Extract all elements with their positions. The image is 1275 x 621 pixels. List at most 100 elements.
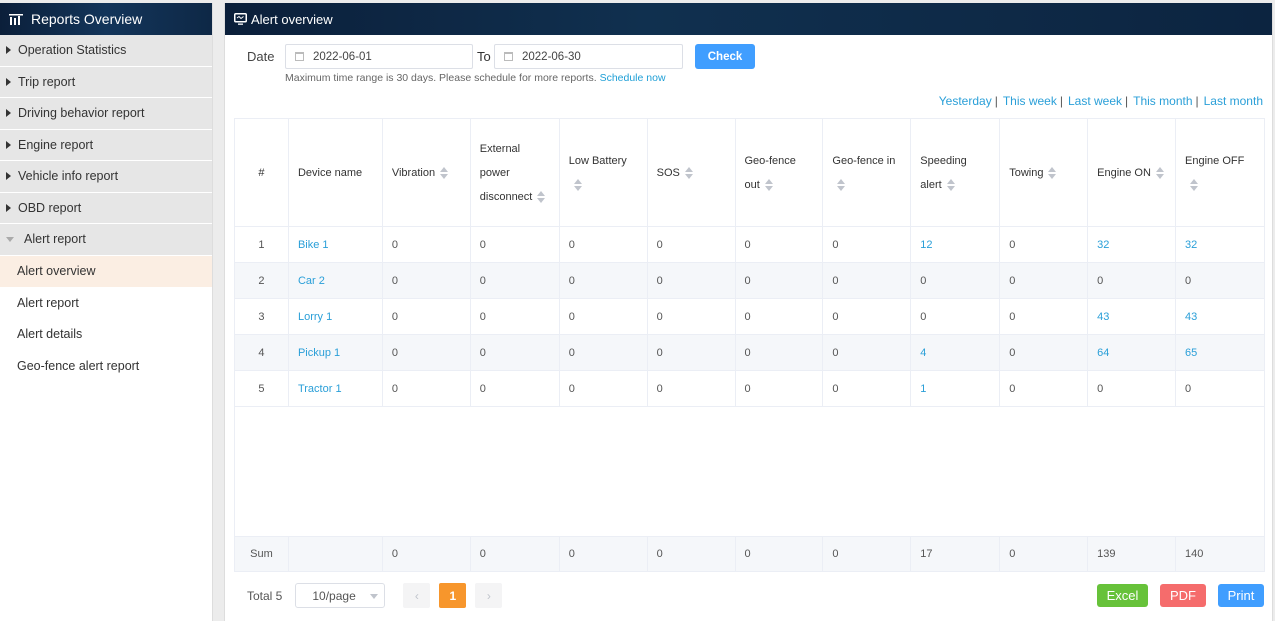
sum-value: 0 bbox=[381, 536, 471, 572]
cell-value[interactable]: 32 bbox=[1175, 226, 1265, 263]
sort-icon[interactable] bbox=[1190, 178, 1199, 191]
column-header-label: # bbox=[258, 166, 265, 179]
cell-value[interactable]: 1 bbox=[910, 370, 1001, 407]
cell-value[interactable]: 12 bbox=[910, 226, 1001, 263]
sidebar-item-alert-report[interactable]: Alert report bbox=[0, 224, 212, 256]
quick-range-last-month[interactable]: Last month bbox=[1204, 94, 1263, 108]
page-1-button[interactable]: 1 bbox=[439, 583, 467, 608]
device-name-link[interactable]: Bike 1 bbox=[287, 226, 383, 263]
cell-value: 0 bbox=[558, 334, 648, 371]
column-header[interactable]: Engine ON bbox=[1087, 118, 1177, 227]
caret-down-icon bbox=[6, 236, 14, 242]
column-header[interactable]: Towing bbox=[999, 118, 1089, 227]
prev-page-button[interactable]: ‹ bbox=[403, 583, 431, 608]
sort-icon[interactable] bbox=[537, 190, 546, 203]
column-header[interactable]: Vibration bbox=[381, 118, 471, 227]
cell-value: 0 bbox=[734, 370, 824, 407]
quick-range-this-month[interactable]: This month bbox=[1133, 94, 1192, 108]
sum-value: 0 bbox=[734, 536, 824, 572]
date-label: Date bbox=[247, 49, 275, 64]
column-header[interactable]: Low Battery bbox=[558, 118, 648, 227]
excel-button[interactable]: Excel bbox=[1097, 584, 1148, 607]
device-name-link[interactable]: Tractor 1 bbox=[287, 370, 383, 407]
column-header[interactable]: Geo-fence out bbox=[734, 118, 824, 227]
column-header[interactable]: SOS bbox=[646, 118, 736, 227]
sidebar-subitem-geo-fence-alert-report[interactable]: Geo-fence alert report bbox=[0, 350, 212, 382]
sidebar-item-label: Trip report bbox=[18, 74, 76, 89]
sidebar-subitem-alert-report[interactable]: Alert report bbox=[0, 287, 212, 319]
to-label: To bbox=[477, 49, 491, 64]
cell-value: 0 bbox=[999, 226, 1089, 263]
cell-value: 0 bbox=[910, 298, 1001, 335]
schedule-now-link[interactable]: Schedule now bbox=[600, 72, 666, 84]
column-header[interactable]: Geo-fence in bbox=[822, 118, 912, 227]
column-header-label: SOS bbox=[656, 166, 680, 179]
sidebar-subitem-alert-details[interactable]: Alert details bbox=[0, 319, 212, 351]
empty-cell bbox=[910, 406, 1000, 537]
column-header-label: Engine ON bbox=[1097, 166, 1151, 179]
empty-cell bbox=[559, 406, 648, 537]
quick-range-yesterday[interactable]: Yesterday bbox=[939, 94, 992, 108]
cell-value[interactable]: 32 bbox=[1087, 226, 1177, 263]
device-name-link[interactable]: Pickup 1 bbox=[287, 334, 383, 371]
next-page-button[interactable]: › bbox=[475, 583, 503, 608]
cell-value: 0 bbox=[646, 262, 736, 299]
start-date-input[interactable]: 2022-06-01 bbox=[285, 44, 473, 69]
column-header-label: Vibration bbox=[391, 166, 436, 179]
sidebar-item-vehicle-info-report[interactable]: Vehicle info report bbox=[0, 161, 212, 193]
sidebar-item-driving-behavior-report[interactable]: Driving behavior report bbox=[0, 98, 212, 130]
sort-icon[interactable] bbox=[1048, 166, 1057, 179]
cell-value[interactable]: 43 bbox=[1175, 298, 1265, 335]
empty-cell bbox=[382, 406, 471, 537]
row-index: 2 bbox=[234, 262, 289, 299]
page-size-select[interactable]: 10/page bbox=[295, 583, 386, 608]
cell-value: 0 bbox=[1175, 370, 1265, 407]
sort-icon[interactable] bbox=[837, 178, 846, 191]
sum-value: 0 bbox=[558, 536, 648, 572]
sidebar-item-engine-report[interactable]: Engine report bbox=[0, 129, 212, 161]
sidebar-item-obd-report[interactable]: OBD report bbox=[0, 192, 212, 224]
check-button[interactable]: Check bbox=[695, 44, 755, 69]
quick-range-last-week[interactable]: Last week bbox=[1068, 94, 1122, 108]
column-header[interactable]: External power disconnect bbox=[469, 118, 560, 227]
sidebar-subitem-alert-overview[interactable]: Alert overview bbox=[0, 255, 212, 287]
device-name-link[interactable]: Lorry 1 bbox=[287, 298, 383, 335]
column-header: Device name bbox=[287, 118, 383, 227]
sort-icon[interactable] bbox=[946, 178, 955, 191]
caret-right-icon bbox=[6, 46, 11, 55]
print-button[interactable]: Print bbox=[1218, 584, 1264, 607]
panel-title: Alert overview bbox=[251, 11, 333, 27]
separator: | bbox=[1125, 94, 1129, 108]
alert-table: # Device name Vibration External power disc… bbox=[234, 118, 1265, 572]
sort-icon[interactable] bbox=[764, 178, 773, 191]
end-date-input[interactable]: 2022-06-30 bbox=[494, 44, 683, 69]
column-header-label: External power disconnect bbox=[479, 142, 533, 203]
monitor-icon bbox=[234, 13, 247, 25]
sort-icon[interactable] bbox=[440, 166, 449, 179]
cell-value[interactable]: 4 bbox=[910, 334, 1001, 371]
quick-range-this-week[interactable]: This week bbox=[1003, 94, 1057, 108]
cell-value[interactable]: 64 bbox=[1087, 334, 1177, 371]
sort-icon[interactable] bbox=[684, 166, 693, 179]
empty-cell bbox=[822, 406, 911, 537]
cell-value[interactable]: 43 bbox=[1087, 298, 1177, 335]
cell-value: 0 bbox=[822, 262, 912, 299]
pdf-button[interactable]: PDF bbox=[1160, 584, 1206, 607]
column-header-label: Engine OFF bbox=[1185, 154, 1245, 167]
sidebar-item-operation-statistics[interactable]: Operation Statistics bbox=[0, 35, 212, 67]
column-header[interactable]: Speeding alert bbox=[910, 118, 1001, 227]
cell-value: 0 bbox=[999, 298, 1089, 335]
table-row: 5 Tractor 10000001000 bbox=[234, 370, 1265, 407]
sort-icon[interactable] bbox=[573, 178, 582, 191]
calendar-icon bbox=[295, 52, 304, 61]
sidebar-item-trip-report[interactable]: Trip report bbox=[0, 66, 212, 98]
cell-value: 0 bbox=[999, 370, 1089, 407]
device-name-link[interactable]: Car 2 bbox=[287, 262, 383, 299]
cell-value: 0 bbox=[646, 226, 736, 263]
cell-value: 0 bbox=[822, 298, 912, 335]
sum-label: Sum bbox=[234, 536, 289, 572]
cell-value[interactable]: 65 bbox=[1175, 334, 1265, 371]
column-header-label: Towing bbox=[1009, 166, 1044, 179]
sort-icon[interactable] bbox=[1155, 166, 1164, 179]
column-header[interactable]: Engine OFF bbox=[1175, 118, 1265, 227]
